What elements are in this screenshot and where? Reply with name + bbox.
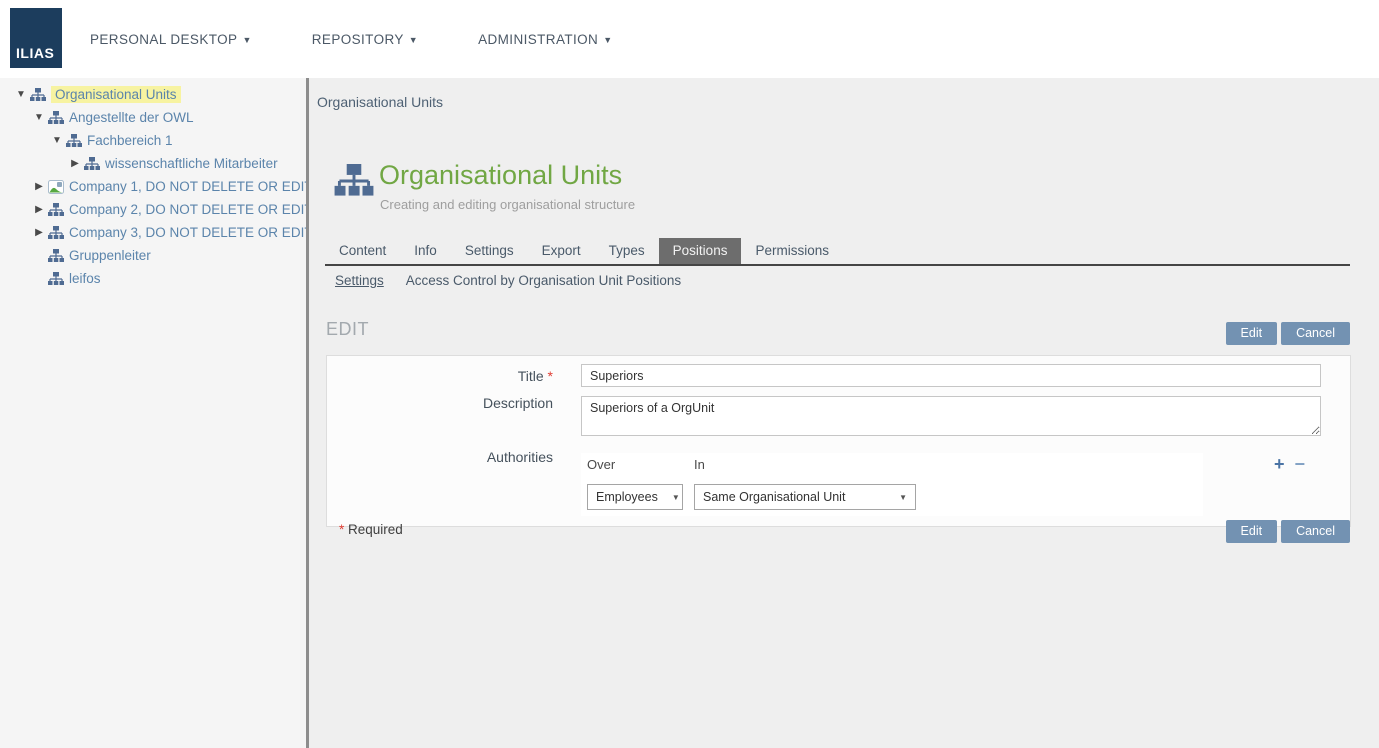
page-title: Organisational Units: [379, 160, 622, 191]
repository-tree-sidebar: Organisational Units Angestellte der OWL…: [0, 78, 309, 748]
tab-export[interactable]: Export: [528, 238, 595, 264]
tree-item-label[interactable]: Organisational Units: [51, 86, 181, 103]
over-column-label: Over: [587, 457, 694, 472]
in-column-label: In: [694, 457, 705, 472]
authorities-field-row: Authorities Over In Employees ▼: [327, 441, 1350, 516]
plus-icon[interactable]: +: [1274, 457, 1285, 471]
required-marker: *: [339, 522, 344, 537]
tab-permissions[interactable]: Permissions: [741, 238, 843, 264]
nav-administration[interactable]: ADMINISTRATION▼: [478, 32, 612, 47]
select-caret-icon: ▼: [658, 493, 680, 502]
tree-item-label[interactable]: Company 1, DO NOT DELETE OR EDIT!!!: [69, 179, 306, 194]
chevron-down-icon: ▼: [242, 35, 251, 45]
tree-item-gruppenleiter[interactable]: Gruppenleiter: [0, 244, 306, 267]
tree-item-company-2[interactable]: Company 2, DO NOT DELETE OR EDIT!!!: [0, 198, 306, 221]
expander-closed-icon[interactable]: [66, 158, 84, 169]
main-content: Organisational Units Organisational Unit…: [312, 78, 1379, 748]
chevron-down-icon: ▼: [409, 35, 418, 45]
expander-closed-icon[interactable]: [30, 227, 48, 238]
subtab-settings[interactable]: Settings: [335, 273, 384, 288]
top-navigation: PERSONAL DESKTOP▼ REPOSITORY▼ ADMINISTRA…: [90, 0, 613, 78]
description-textarea[interactable]: Superiors of a OrgUnit: [581, 396, 1321, 436]
tree-item-label[interactable]: Company 3, DO NOT DELETE OR EDIT!!!: [69, 225, 306, 240]
tab-types[interactable]: Types: [595, 238, 659, 264]
required-marker: *: [548, 368, 553, 384]
tree-item-angestellte-der-owl[interactable]: Angestellte der OWL: [0, 106, 306, 129]
nav-repository[interactable]: REPOSITORY▼: [312, 32, 418, 47]
title-field-row: Title *: [327, 360, 1350, 387]
orgunit-icon: [84, 157, 100, 171]
title-input[interactable]: [581, 364, 1321, 387]
tree-item-label[interactable]: leifos: [69, 271, 101, 286]
cancel-button[interactable]: Cancel: [1281, 520, 1350, 543]
nav-personal-desktop[interactable]: PERSONAL DESKTOP▼: [90, 32, 252, 47]
tree-item-label[interactable]: Fachbereich 1: [87, 133, 173, 148]
tree-item-label[interactable]: wissenschaftliche Mitarbeiter: [105, 156, 278, 171]
org-unit-tree: Organisational Units Angestellte der OWL…: [0, 78, 306, 290]
tree-item-label[interactable]: Gruppenleiter: [69, 248, 151, 263]
ilias-logo-text: ILIAS: [10, 45, 54, 68]
authorities-field-label: Authorities: [327, 441, 581, 516]
required-note: * Required: [339, 522, 403, 537]
over-select[interactable]: Employees ▼: [587, 484, 683, 510]
minus-icon[interactable]: −: [1294, 457, 1305, 471]
tab-info[interactable]: Info: [400, 238, 451, 264]
orgchart-icon: [334, 164, 374, 198]
tree-item-label[interactable]: Angestellte der OWL: [69, 110, 194, 125]
orgunit-icon: [48, 111, 64, 125]
description-field-label: Description: [327, 387, 581, 441]
orgunit-icon: [48, 272, 64, 286]
tab-settings[interactable]: Settings: [451, 238, 528, 264]
in-select[interactable]: Same Organisational Unit ▼: [694, 484, 916, 510]
position-edit-form: Title * Description Superiors of a OrgUn…: [326, 355, 1351, 527]
expander-open-icon[interactable]: [30, 112, 48, 123]
edit-button[interactable]: Edit: [1226, 520, 1278, 543]
expander-open-icon[interactable]: [48, 135, 66, 146]
edit-button[interactable]: Edit: [1226, 322, 1278, 345]
orgunit-icon: [66, 134, 82, 148]
title-field-label: Title *: [327, 360, 581, 387]
tree-item-organisational-units[interactable]: Organisational Units: [0, 83, 306, 106]
tree-item-company-1[interactable]: Company 1, DO NOT DELETE OR EDIT!!!: [0, 175, 306, 198]
expander-closed-icon[interactable]: [30, 204, 48, 215]
orgunit-icon: [48, 203, 64, 217]
category-icon: [48, 180, 64, 194]
tree-item-company-3[interactable]: Company 3, DO NOT DELETE OR EDIT!!!: [0, 221, 306, 244]
expander-open-icon[interactable]: [12, 89, 30, 100]
tab-bar: Content Info Settings Export Types Posit…: [325, 238, 1350, 266]
form-actions-bottom: Edit Cancel: [1226, 520, 1350, 543]
tab-content[interactable]: Content: [325, 238, 400, 264]
tree-item-label[interactable]: Company 2, DO NOT DELETE OR EDIT!!!: [69, 202, 306, 217]
breadcrumb[interactable]: Organisational Units: [317, 94, 443, 110]
ilias-logo[interactable]: ILIAS: [10, 8, 62, 68]
description-field-row: Description Superiors of a OrgUnit: [327, 387, 1350, 441]
orgunit-icon: [48, 226, 64, 240]
authority-panel: Over In Employees ▼ Same Organisational …: [581, 453, 1203, 516]
orgunit-icon: [30, 88, 46, 102]
form-actions-top: Edit Cancel: [1226, 322, 1350, 345]
cancel-button[interactable]: Cancel: [1281, 322, 1350, 345]
ilias-app-window: ILIAS PERSONAL DESKTOP▼ REPOSITORY▼ ADMI…: [0, 0, 1379, 748]
tree-item-fachbereich-1[interactable]: Fachbereich 1: [0, 129, 306, 152]
tree-item-leifos[interactable]: leifos: [0, 267, 306, 290]
tab-positions[interactable]: Positions: [659, 238, 742, 264]
orgunit-icon: [48, 249, 64, 263]
subtab-bar: Settings Access Control by Organisation …: [335, 273, 681, 288]
subtab-access-control[interactable]: Access Control by Organisation Unit Posi…: [406, 273, 681, 288]
expander-closed-icon[interactable]: [30, 181, 48, 192]
select-caret-icon: ▼: [885, 493, 907, 502]
top-bar: ILIAS PERSONAL DESKTOP▼ REPOSITORY▼ ADMI…: [0, 0, 1379, 78]
chevron-down-icon: ▼: [603, 35, 612, 45]
page-subtitle: Creating and editing organisational stru…: [380, 197, 635, 212]
form-section-title: EDIT: [326, 319, 369, 340]
tree-item-wissenschaftliche-mitarbeiter[interactable]: wissenschaftliche Mitarbeiter: [0, 152, 306, 175]
